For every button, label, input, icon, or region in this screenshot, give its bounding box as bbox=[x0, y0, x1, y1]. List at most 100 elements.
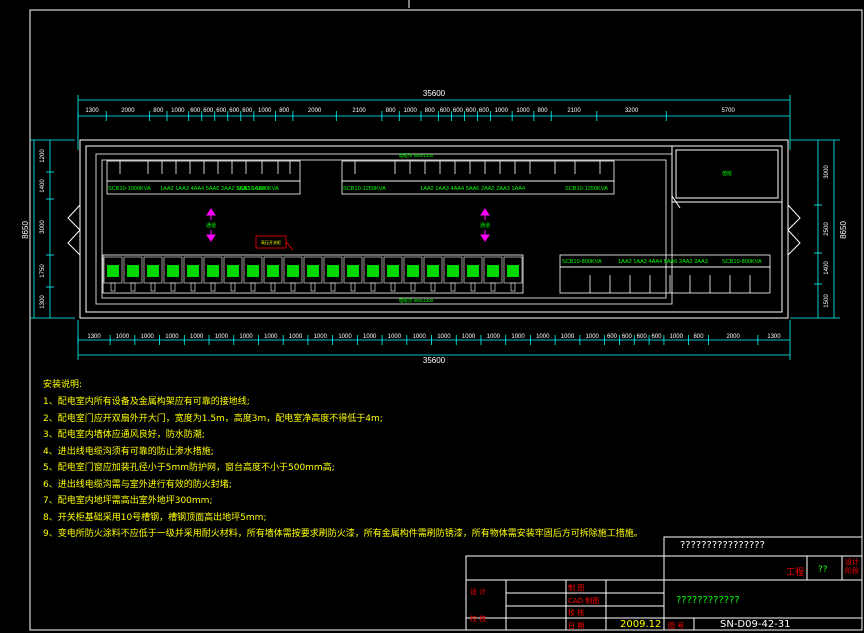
left-dim-value: 1400 bbox=[40, 179, 46, 193]
bottom-total-dim: 35600 bbox=[423, 356, 446, 365]
right-row-lower bbox=[559, 266, 771, 294]
cabinet-symbol bbox=[307, 265, 319, 277]
cabinet-symbol bbox=[207, 265, 219, 277]
top-dim-value: 600 bbox=[229, 108, 240, 114]
cabinet-symbol bbox=[427, 265, 439, 277]
top-dim-value: 3200 bbox=[625, 108, 639, 114]
right-dim-value: 1400 bbox=[824, 261, 830, 275]
left-dim-texts: 1200 1400 3000 1750 1300 bbox=[40, 149, 46, 309]
stage-value: ?? bbox=[818, 565, 828, 575]
panel-code-row: 1AA2 1AA3 4AA4 5AA6 2AA2 2AA3 1AA4 bbox=[160, 186, 265, 192]
drawing-number: SN-D09-42-31 bbox=[720, 619, 791, 630]
left-dim-value: 3000 bbox=[40, 220, 46, 234]
cabinet-foot bbox=[290, 282, 296, 292]
bottom-dim-value: 1000 bbox=[388, 334, 402, 340]
note-item: 7、配电室内地坪需高出室外地坪300mm; bbox=[43, 496, 213, 506]
top-dim-value: 2000 bbox=[121, 108, 135, 114]
bottom-dim-value: 1000 bbox=[165, 334, 179, 340]
design-stage-label: 设计阶段 bbox=[845, 558, 859, 575]
cabinet-foot bbox=[210, 282, 216, 292]
bottom-dim-value: 1000 bbox=[190, 334, 204, 340]
bottom-dim-value: 1000 bbox=[487, 334, 501, 340]
cabinet-foot bbox=[150, 282, 156, 292]
bottom-dim-value: 1000 bbox=[264, 334, 278, 340]
cabinet-symbol bbox=[107, 265, 119, 277]
top-dim-value: 600 bbox=[440, 108, 451, 114]
bottom-dim-value: 600 bbox=[607, 334, 618, 340]
duty-room bbox=[671, 145, 783, 209]
cabinet-symbol bbox=[447, 265, 459, 277]
bottom-dim-value: 1000 bbox=[116, 334, 130, 340]
bottom-dim-value: 1000 bbox=[289, 334, 303, 340]
transformer-label: SCB10-800KVA bbox=[722, 259, 762, 265]
cabinet-symbol bbox=[187, 265, 199, 277]
top-dim-value: 1000 bbox=[516, 108, 530, 114]
cabinet-symbol bbox=[407, 265, 419, 277]
right-dimension-group bbox=[790, 139, 840, 319]
cabinet-symbol bbox=[367, 265, 379, 277]
trench-bottom-label: 电缆沟 800x1200 bbox=[399, 297, 434, 304]
transformer-label: SCB10-1250KVA bbox=[343, 186, 386, 192]
top-dim-value: 600 bbox=[190, 108, 201, 114]
top-dim-value: 800 bbox=[386, 108, 397, 114]
cabinet-symbol bbox=[347, 265, 359, 277]
tb-date-label: 日 期 bbox=[568, 622, 585, 630]
note-item: 6、进出线电缆沟需与室外进行有效的防火封堵; bbox=[43, 479, 232, 490]
panel-code-row: 1AA2 1AA3 4AA4 5AA6 2AA2 2AA3 1AA4 bbox=[420, 186, 525, 192]
top-equipment-row: SCB10-1000KVA SCB10-1000KVA SCB10-1250KVA S… bbox=[106, 160, 615, 195]
top-dim-value: 800 bbox=[538, 108, 549, 114]
top-dim-value: 5700 bbox=[721, 108, 735, 114]
tb-left-label-2: 校 核 bbox=[470, 615, 487, 623]
cabinet-foot bbox=[310, 282, 316, 292]
cabinet-symbol bbox=[147, 265, 159, 277]
note-item: 4、进出线电缆沟须有可靠的防止渗水措施; bbox=[43, 446, 214, 457]
tb-check-label: 校 核 bbox=[568, 609, 585, 617]
left-dim-value: 1300 bbox=[40, 295, 46, 309]
bottom-dim-value: 1300 bbox=[87, 334, 101, 340]
right-total-dim: 8650 bbox=[839, 221, 848, 239]
date-value: 2009.12 bbox=[620, 619, 662, 630]
bottom-dim-value: 600 bbox=[651, 334, 662, 340]
drawing-title: ???????????? bbox=[676, 595, 740, 606]
cabinet-foot bbox=[410, 282, 416, 292]
cabinet-foot bbox=[110, 282, 116, 292]
duty-room-label: 值班 bbox=[722, 170, 732, 177]
project-title: ???????????????? bbox=[680, 540, 765, 551]
bottom-dim-value: 1000 bbox=[412, 334, 426, 340]
cabinet-symbol bbox=[487, 265, 499, 277]
top-dim-value: 600 bbox=[242, 108, 253, 114]
bottom-dim-value: 1000 bbox=[338, 334, 352, 340]
bottom-dim-value: 1000 bbox=[462, 334, 476, 340]
top-dim-value: 800 bbox=[153, 108, 164, 114]
note-item: 8、开关柜基础采用10号槽钢，槽钢顶面高出地坪5mm; bbox=[43, 512, 267, 523]
bottom-dim-value: 2000 bbox=[726, 334, 740, 340]
bottom-dim-value: 1000 bbox=[536, 334, 550, 340]
bottom-dim-value: 1000 bbox=[561, 334, 575, 340]
top-dim-value: 800 bbox=[279, 108, 290, 114]
bottom-dim-value: 1000 bbox=[215, 334, 229, 340]
cabinet-foot bbox=[430, 282, 436, 292]
cabinet-symbol bbox=[287, 265, 299, 277]
bottom-dim-texts: 1300 1000 1000 1000 1000 1000 1000 1000 1000 1000… bbox=[87, 334, 781, 340]
cabinet-foot bbox=[490, 282, 496, 292]
right-dim-value: 2500 bbox=[824, 222, 830, 236]
bottom-dimension-group bbox=[77, 320, 791, 360]
right-dim-value: 3000 bbox=[824, 165, 830, 179]
cabinet-foot bbox=[250, 282, 256, 292]
top-dim-value: 2100 bbox=[567, 108, 581, 114]
right-dim-texts: 3000 2500 1400 1500 bbox=[824, 165, 830, 308]
bottom-dim-value: 1000 bbox=[363, 334, 377, 340]
side-doors bbox=[67, 204, 801, 256]
transformer-label: SCB10-800KVA bbox=[562, 259, 602, 265]
bottom-switchgear-row bbox=[102, 254, 524, 294]
tb-drawn-label: 制 图 bbox=[568, 584, 585, 592]
stage-label: 工程 bbox=[786, 568, 805, 578]
note-item: 2、配电室门应开双扇外开大门，宽度为1.5m，高度3m，配电室净高度不得低于4m… bbox=[43, 413, 383, 424]
top-dim-value: 1300 bbox=[85, 108, 99, 114]
top-dim-value: 1000 bbox=[403, 108, 417, 114]
note-item: 5、配电室门窗应加装孔径小于5mm防护网，窗台高度不小于500mm高; bbox=[43, 463, 335, 473]
passage-label-right: 通道 bbox=[480, 222, 490, 229]
left-dim-value: 1200 bbox=[40, 149, 46, 163]
cabinet-foot bbox=[230, 282, 236, 292]
top-dim-value: 1000 bbox=[171, 108, 185, 114]
